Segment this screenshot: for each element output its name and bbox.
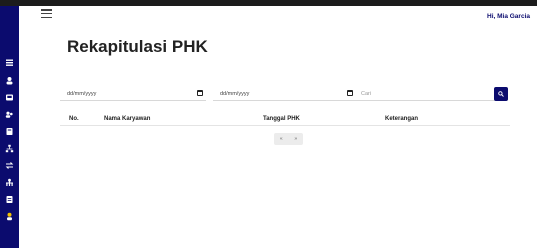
search-icon [498, 91, 504, 97]
calendar-icon[interactable] [197, 90, 203, 96]
page-title: Rekapitulasi PHK [67, 37, 208, 56]
org-icon[interactable] [5, 178, 14, 187]
filter-row: dd/mm/yyyy dd/mm/yyyy Cari [60, 87, 526, 101]
person-icon[interactable] [5, 212, 14, 221]
inbox-icon[interactable] [5, 93, 14, 102]
book-icon[interactable] [5, 127, 14, 136]
column-header-keterangan: Keterangan [385, 116, 419, 122]
column-header-tanggal-phk: Tanggal PHK [263, 116, 300, 122]
sidebar [0, 6, 19, 248]
end-date-placeholder: dd/mm/yyyy [220, 91, 250, 97]
pagination: « » [274, 133, 303, 145]
search-input[interactable]: Cari [356, 87, 505, 101]
pagination-next-button[interactable]: » [294, 136, 297, 142]
start-date-placeholder: dd/mm/yyyy [67, 91, 97, 97]
pagination-prev-button[interactable]: « [280, 136, 283, 142]
hamburger-menu-icon[interactable] [41, 9, 52, 18]
document-icon[interactable] [5, 195, 14, 204]
menu-icon[interactable] [5, 58, 14, 67]
table-header: No. Nama Karyawan Tanggal PHK Keterangan [60, 112, 510, 126]
network-icon[interactable] [5, 144, 14, 153]
end-date-input[interactable]: dd/mm/yyyy [213, 87, 356, 101]
calendar-icon[interactable] [347, 90, 353, 96]
user-greeting[interactable]: Hi, Mia Garcia [487, 13, 530, 20]
search-button[interactable] [494, 87, 508, 101]
start-date-input[interactable]: dd/mm/yyyy [60, 87, 206, 101]
transfer-icon[interactable] [5, 161, 14, 170]
column-header-nama-karyawan: Nama Karyawan [104, 116, 151, 122]
user-icon[interactable] [5, 76, 14, 85]
column-header-no: No. [69, 116, 79, 122]
search-placeholder: Cari [361, 91, 372, 97]
users-icon[interactable] [5, 110, 14, 119]
